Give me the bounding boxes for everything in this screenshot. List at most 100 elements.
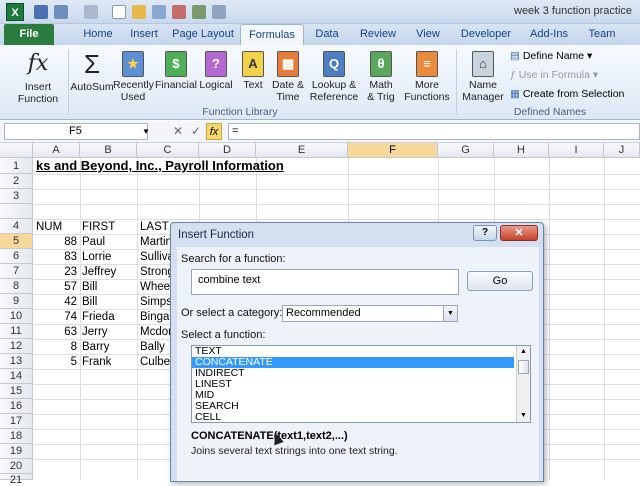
first-cell[interactable]: Jerry: [82, 326, 108, 338]
create-from-selection-button[interactable]: ▦ Create from Selection: [510, 88, 624, 100]
row-header[interactable]: 10: [0, 309, 33, 324]
row-header[interactable]: 11: [0, 324, 33, 339]
tab-add-ins[interactable]: Add-Ins: [526, 24, 572, 45]
more-functions-button[interactable]: ≡ More Functions: [402, 49, 452, 103]
row-header[interactable]: 1: [0, 158, 33, 174]
num-cell[interactable]: 8: [33, 341, 77, 353]
column-header[interactable]: H: [494, 143, 549, 158]
first-cell[interactable]: Frieda: [82, 311, 115, 323]
row-header[interactable]: 14: [0, 369, 33, 384]
num-cell[interactable]: 63: [33, 326, 77, 338]
first-cell[interactable]: Frank: [82, 356, 111, 368]
tab-page-layout[interactable]: Page Layout: [170, 24, 236, 45]
last-cell[interactable]: Culbe: [140, 356, 170, 368]
first-cell[interactable]: Paul: [82, 236, 105, 248]
logical-button[interactable]: ? Logical: [198, 49, 234, 91]
date-time-button[interactable]: ▦ Date & Time: [268, 49, 308, 103]
num-cell[interactable]: 74: [33, 311, 77, 323]
column-header-selected[interactable]: F: [348, 143, 438, 158]
define-name-button[interactable]: ▤ Define Name ▾: [510, 50, 592, 62]
print-preview-icon[interactable]: [152, 5, 166, 19]
use-in-formula-button[interactable]: ƒ Use in Formula ▾: [510, 69, 598, 81]
scroll-up-icon[interactable]: ▲: [517, 346, 530, 358]
first-cell[interactable]: Barry: [82, 341, 109, 353]
num-cell[interactable]: 83: [33, 251, 77, 263]
column-header[interactable]: C: [137, 143, 199, 158]
select-all-corner[interactable]: [0, 143, 33, 158]
scroll-down-icon[interactable]: ▼: [517, 410, 530, 422]
first-cell[interactable]: Lorrie: [82, 251, 111, 263]
column-header[interactable]: E: [256, 143, 348, 158]
last-cell[interactable]: Sulliva: [140, 251, 170, 263]
list-item[interactable]: SEARCH: [192, 401, 514, 412]
category-select[interactable]: Recommended ▼: [282, 305, 458, 322]
tab-formulas[interactable]: Formulas: [240, 24, 304, 45]
num-cell[interactable]: 23: [33, 266, 77, 278]
num-cell[interactable]: 57: [33, 281, 77, 293]
function-list[interactable]: TEXT CONCATENATE INDIRECT LINEST MID SEA…: [191, 345, 531, 423]
row-header[interactable]: 18: [0, 429, 33, 444]
help-button[interactable]: ?: [473, 225, 497, 241]
form-icon[interactable]: [172, 5, 186, 19]
chart-icon[interactable]: [192, 5, 206, 19]
tab-team[interactable]: Team: [584, 24, 620, 45]
row-header[interactable]: 7: [0, 264, 33, 279]
column-header[interactable]: B: [80, 143, 137, 158]
sheet-title-cell[interactable]: ks and Beyond, Inc., Payroll Information: [36, 158, 416, 173]
row-header[interactable]: 13: [0, 354, 33, 369]
go-button[interactable]: Go: [467, 271, 533, 291]
row-header[interactable]: 16: [0, 399, 33, 414]
row-header[interactable]: 15: [0, 384, 33, 399]
last-cell[interactable]: Bally: [140, 341, 170, 353]
close-button[interactable]: ✕: [500, 225, 538, 241]
row-header[interactable]: 19: [0, 444, 33, 459]
last-cell[interactable]: Wheel: [140, 281, 170, 293]
redo-icon[interactable]: [84, 5, 98, 19]
tab-home[interactable]: Home: [76, 24, 120, 45]
chevron-down-icon[interactable]: ▼: [443, 306, 457, 321]
header-cell[interactable]: NUM: [36, 221, 62, 233]
excel-logo-icon[interactable]: X: [6, 3, 24, 21]
insert-function-fx-icon[interactable]: fx: [206, 123, 222, 140]
last-cell[interactable]: Simps: [140, 296, 170, 308]
text-button[interactable]: A Text: [238, 49, 268, 91]
column-header[interactable]: D: [199, 143, 256, 158]
name-manager-button[interactable]: ⌂ Name Manager: [460, 49, 506, 103]
row-header[interactable]: 17: [0, 414, 33, 429]
row-header[interactable]: 6: [0, 249, 33, 264]
last-cell[interactable]: Mcdon: [140, 326, 170, 338]
first-cell[interactable]: Bill: [82, 296, 97, 308]
math-trig-button[interactable]: θ Math & Trig: [362, 49, 400, 103]
last-cell[interactable]: Binga: [140, 311, 170, 323]
tab-review[interactable]: Review: [356, 24, 400, 45]
row-header[interactable]: 12: [0, 339, 33, 354]
row-header[interactable]: [0, 204, 33, 219]
enter-icon[interactable]: ✓: [188, 123, 204, 140]
last-cell[interactable]: Strong: [140, 266, 170, 278]
lookup-reference-button[interactable]: Q Lookup & Reference: [308, 49, 360, 103]
formula-input[interactable]: =: [228, 123, 640, 140]
insert-function-button[interactable]: fx Insert Function: [10, 49, 66, 105]
save-icon[interactable]: [34, 5, 48, 19]
sort-icon[interactable]: [212, 5, 226, 19]
row-header[interactable]: 9: [0, 294, 33, 309]
open-folder-icon[interactable]: [132, 5, 146, 19]
list-item[interactable]: CELL: [192, 412, 514, 423]
new-file-icon[interactable]: [112, 5, 126, 19]
header-cell[interactable]: LAST: [140, 221, 172, 233]
tab-data[interactable]: Data: [310, 24, 344, 45]
num-cell[interactable]: 88: [33, 236, 77, 248]
last-cell[interactable]: Martin: [140, 236, 170, 248]
row-header[interactable]: 2: [0, 174, 33, 189]
tab-view[interactable]: View: [410, 24, 446, 45]
tab-developer[interactable]: Developer: [458, 24, 514, 45]
name-box-dropdown-icon[interactable]: ▼: [138, 123, 154, 140]
header-cell[interactable]: FIRST: [82, 221, 115, 233]
row-header[interactable]: 3: [0, 189, 33, 204]
name-box[interactable]: F5: [4, 123, 148, 140]
list-item[interactable]: MID: [192, 390, 514, 401]
column-header[interactable]: J: [604, 143, 640, 158]
row-header[interactable]: 21: [0, 474, 33, 486]
num-cell[interactable]: 42: [33, 296, 77, 308]
column-header[interactable]: G: [438, 143, 494, 158]
